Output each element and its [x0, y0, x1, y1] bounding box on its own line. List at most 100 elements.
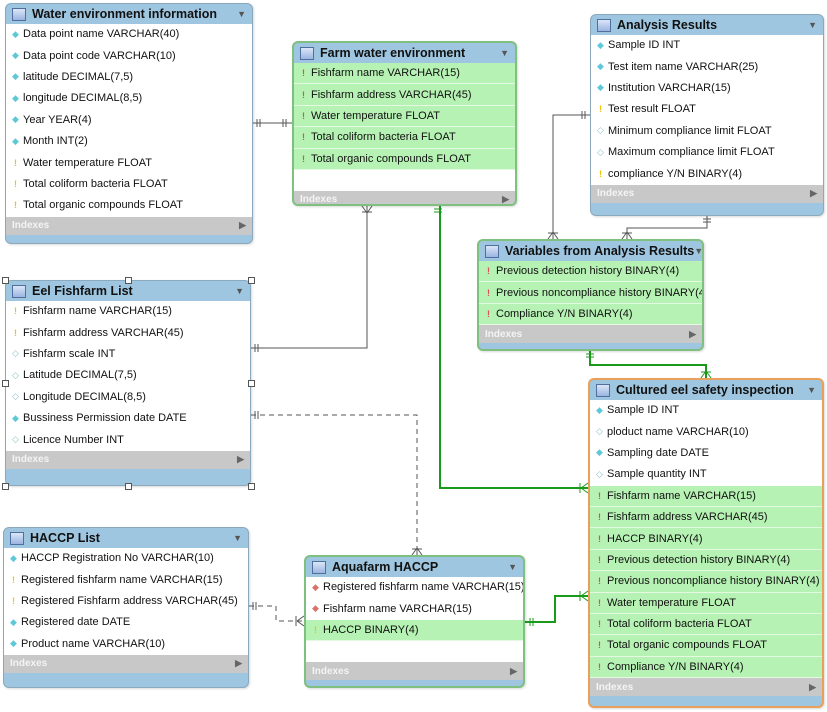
column-row[interactable]: ! Fishfarm name VARCHAR(15) [294, 63, 515, 85]
column-row[interactable]: ◆ latitude DECIMAL(7,5) [6, 67, 252, 88]
column-row[interactable]: ! Fishfarm address VARCHAR(45) [294, 84, 515, 106]
link-aquafarm-cultured[interactable] [525, 595, 588, 623]
column-row[interactable]: ! Compliance Y/N BINARY(4) [479, 303, 702, 326]
column-row[interactable]: ! Compliance Y/N BINARY(4) [590, 656, 822, 679]
table-haccplist[interactable]: HACCP List ▼ ◆ HACCP Registration No VAR… [3, 527, 249, 688]
column-row[interactable]: ! Registered fishfarm name VARCHAR(15) [4, 569, 248, 590]
column-row[interactable]: ◇ Fishfarm scale INT [6, 344, 250, 365]
column-row[interactable]: ! Water temperature FLOAT [6, 152, 252, 173]
column-row[interactable]: ◆ Institution VARCHAR(15) [591, 78, 823, 99]
column-row[interactable]: ! Previous noncompliance history BINARY(… [590, 571, 822, 593]
column-row[interactable]: ◆ Sample ID INT [591, 35, 823, 56]
table-header[interactable]: Farm water environment ▼ [294, 43, 515, 63]
column-row[interactable]: ◇ Longitude DECIMAL(8,5) [6, 387, 250, 408]
column-row[interactable]: ◇ Maximum compliance limit FLOAT [591, 142, 823, 163]
column-row[interactable]: ! Previous detection history BINARY(4) [590, 549, 822, 572]
column-row[interactable]: ◆ Data point code VARCHAR(10) [6, 45, 252, 66]
column-row[interactable]: ◆ Bussiness Permission date DATE [6, 408, 250, 429]
table-header[interactable]: Water environment information ▼ [6, 4, 252, 24]
column-row[interactable]: ◆ Sample ID INT [590, 400, 822, 421]
column-row[interactable]: ! Previous noncompliance history BINARY(… [479, 282, 702, 304]
column-row[interactable]: ◆ Fishfarm name VARCHAR(15) [306, 598, 523, 619]
expand-arrow-icon[interactable]: ▶ [239, 220, 246, 231]
expand-arrow-icon[interactable]: ▶ [235, 658, 242, 669]
collapse-arrow-icon[interactable]: ▼ [500, 48, 509, 58]
column-row[interactable]: ◆ Month INT(2) [6, 131, 252, 152]
column-row[interactable]: ! Total coliform bacteria FLOAT [294, 127, 515, 149]
column-row[interactable]: ◆ longitude DECIMAL(8,5) [6, 88, 252, 109]
column-row[interactable]: ! Total organic compounds FLOAT [6, 195, 252, 216]
indexes-section[interactable]: Indexes ▶ [479, 325, 702, 344]
column-row[interactable]: ! Fishfarm address VARCHAR(45) [590, 506, 822, 529]
column-row[interactable]: ! Fishfarm name VARCHAR(15) [6, 301, 250, 322]
column-row[interactable]: ! Registered Fishfarm address VARCHAR(45… [4, 591, 248, 612]
table-water[interactable]: Water environment information ▼ ◆ Data p… [5, 3, 253, 244]
column-row[interactable]: ◇ ploduct name VARCHAR(10) [590, 421, 822, 442]
column-row[interactable]: ◆ Registered date DATE [4, 612, 248, 633]
table-header[interactable]: Analysis Results ▼ [591, 15, 823, 35]
collapse-arrow-icon[interactable]: ▼ [807, 385, 816, 395]
collapse-arrow-icon[interactable]: ▼ [508, 562, 517, 572]
table-header[interactable]: Eel Fishfarm List ▼ [6, 281, 250, 301]
column-row[interactable]: ! HACCP BINARY(4) [306, 619, 523, 642]
column-row[interactable]: ! Test result FLOAT [591, 99, 823, 120]
column-row[interactable]: ◆ Year YEAR(4) [6, 110, 252, 131]
collapse-arrow-icon[interactable]: ▼ [235, 286, 244, 296]
indexes-section[interactable]: Indexes ▶ [591, 184, 823, 203]
expand-arrow-icon[interactable]: ▶ [237, 454, 244, 465]
indexes-section[interactable]: Indexes ▶ [4, 654, 248, 673]
indexes-section[interactable]: Indexes ▶ [590, 678, 822, 697]
table-header[interactable]: Aquafarm HACCP ▼ [306, 557, 523, 577]
link-variables-cultured[interactable] [589, 351, 707, 378]
resize-handle[interactable] [248, 380, 255, 387]
table-variables[interactable]: Variables from Analysis Results ▼ ! Prev… [477, 239, 704, 351]
expand-arrow-icon[interactable]: ▶ [502, 194, 509, 204]
resize-handle[interactable] [125, 277, 132, 284]
column-row[interactable]: ! Fishfarm address VARCHAR(45) [6, 322, 250, 343]
column-row[interactable]: ! HACCP BINARY(4) [590, 528, 822, 550]
table-header[interactable]: HACCP List ▼ [4, 528, 248, 548]
column-row[interactable]: ! compliance Y/N BINARY(4) [591, 163, 823, 184]
column-row[interactable]: ◇ Latitude DECIMAL(7,5) [6, 365, 250, 386]
column-row[interactable]: ! Total organic compounds FLOAT [294, 148, 515, 170]
column-row[interactable]: ! Total coliform bacteria FLOAT [6, 174, 252, 195]
column-row[interactable]: ! Water temperature FLOAT [294, 105, 515, 128]
table-cultured[interactable]: Cultured eel safety inspection ▼ ◆ Sampl… [588, 378, 824, 708]
link-farmwater-eel[interactable] [251, 206, 368, 349]
resize-handle[interactable] [2, 483, 9, 490]
column-row[interactable]: ◆ Test item name VARCHAR(25) [591, 56, 823, 77]
table-aquafarm[interactable]: Aquafarm HACCP ▼ ◆ Registered fishfarm n… [304, 555, 525, 688]
column-row[interactable]: ◇ Licence Number INT [6, 429, 250, 450]
collapse-arrow-icon[interactable]: ▼ [233, 533, 242, 543]
table-header[interactable]: Variables from Analysis Results ▼ [479, 241, 702, 261]
indexes-section[interactable]: Indexes ▶ [6, 450, 250, 469]
column-row[interactable]: ◆ Sampling date DATE [590, 443, 822, 464]
table-eel[interactable]: Eel Fishfarm List ▼ ! Fishfarm name VARC… [5, 280, 251, 486]
column-row[interactable]: ◆ Registered fishfarm name VARCHAR(15) [306, 577, 523, 598]
link-analysis-variables-1[interactable] [552, 114, 590, 239]
column-row[interactable]: ◆ Product name VARCHAR(10) [4, 634, 248, 655]
table-analysis[interactable]: Analysis Results ▼ ◆ Sample ID INT ◆ Tes… [590, 14, 824, 216]
column-row[interactable]: ! Fishfarm name VARCHAR(15) [590, 485, 822, 507]
column-row[interactable]: ◇ Minimum compliance limit FLOAT [591, 121, 823, 142]
column-row[interactable]: ! Water temperature FLOAT [590, 592, 822, 614]
resize-handle[interactable] [2, 380, 9, 387]
column-row[interactable]: ! Total coliform bacteria FLOAT [590, 613, 822, 636]
collapse-arrow-icon[interactable]: ▼ [694, 246, 702, 256]
indexes-section[interactable]: Indexes ▶ [6, 216, 252, 235]
indexes-section[interactable]: Indexes ▶ [306, 662, 523, 681]
indexes-section[interactable]: Indexes ▶ [294, 190, 515, 204]
resize-handle[interactable] [248, 277, 255, 284]
link-analysis-variables-2[interactable] [626, 216, 708, 239]
column-row[interactable]: ◇ Sample quantity INT [590, 464, 822, 485]
resize-handle[interactable] [248, 483, 255, 490]
resize-handle[interactable] [2, 277, 9, 284]
table-farmwater[interactable]: Farm water environment ▼ ! Fishfarm name… [292, 41, 517, 206]
expand-arrow-icon[interactable]: ▶ [810, 188, 817, 199]
expand-arrow-icon[interactable]: ▶ [689, 329, 696, 340]
collapse-arrow-icon[interactable]: ▼ [237, 9, 246, 19]
column-row[interactable]: ! Previous detection history BINARY(4) [479, 261, 702, 283]
collapse-arrow-icon[interactable]: ▼ [808, 20, 817, 30]
column-row[interactable]: ! Total organic compounds FLOAT [590, 635, 822, 657]
column-row[interactable]: ◆ Data point name VARCHAR(40) [6, 24, 252, 45]
